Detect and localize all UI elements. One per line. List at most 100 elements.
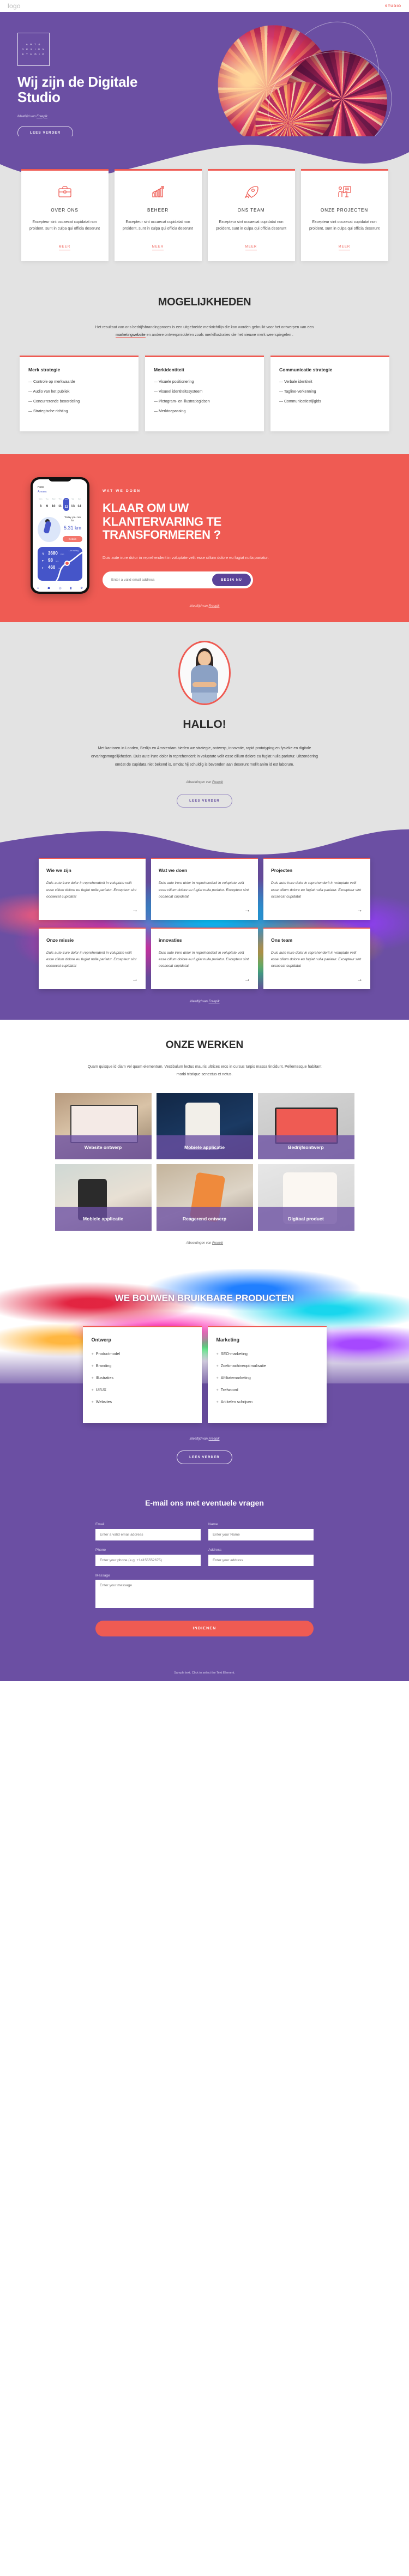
work-item[interactable]: Digitaal product <box>257 1164 354 1231</box>
phone-mockup: Hello Amara Mon 8 Tue 9 Wed 10 Thu 11 Fri 12 … <box>31 477 89 594</box>
purple-card-row: Onze missie Duis aute irure dolor in rep… <box>39 927 370 990</box>
purple-card[interactable]: Wat we doen Duis aute irure dolor in rep… <box>151 858 258 920</box>
products-credit-link[interactable]: Freepik <box>209 1437 220 1441</box>
product-item-label: Productmodel <box>95 1351 121 1356</box>
purple-card-title: innovaties <box>159 937 182 943</box>
product-item: + SEO-marketing <box>216 1351 318 1356</box>
feature-card-text: Excepteur sint occaecat cupidatat non pr… <box>215 220 287 231</box>
capability-list: — Verbale identiteit — Tagline-verkennin… <box>279 380 381 404</box>
arrow-right-icon[interactable]: → <box>271 907 363 913</box>
purple-card-text: Duis aute irure dolor in reprehenderit i… <box>159 950 249 968</box>
feature-card[interactable]: OVER ONS Excepteur sint occaecat cupidat… <box>21 169 109 261</box>
nav-item-studio[interactable]: STUDIO <box>385 4 401 8</box>
capability-column-title: Merkidentiteit <box>154 367 184 373</box>
phone-day-selector[interactable]: Mon 8 Tue 9 Wed 10 Thu 11 Fri 12 Sat 13 Sun 14 <box>38 497 82 511</box>
feature-card-link[interactable]: MEER <box>152 245 164 250</box>
footer-note: Sample text. Click to select the Text El… <box>0 1650 409 1681</box>
cta-section: Hello Amara Mon 8 Tue 9 Wed 10 Thu 11 Fri 12 … <box>0 454 409 623</box>
profile-icon[interactable]: ☗ <box>47 587 50 590</box>
feature-card-link[interactable]: MEER <box>338 245 351 250</box>
hallo-read-more-button[interactable]: LEES VERDER <box>177 794 232 808</box>
purple-card[interactable]: Wie we zijn Duis aute irure dolor in rep… <box>39 858 146 920</box>
work-item[interactable]: Website ontwerp <box>55 1093 152 1160</box>
timer-icon[interactable]: ◎ <box>59 587 62 590</box>
steps-icon: ⇅ <box>42 552 45 556</box>
capability-item: — Merktoepassing <box>154 410 186 414</box>
phone-input[interactable] <box>95 1554 201 1566</box>
subscribe-email-input[interactable] <box>111 578 212 582</box>
rocket-icon <box>215 183 287 201</box>
phone-day[interactable]: Tue 9 <box>44 498 50 511</box>
phone-day[interactable]: Sat 13 <box>70 498 76 511</box>
phone-tracking-card: Live tracking ⇅ 3680 steps ♥ 98 bpm ♦ 460 calo… <box>38 546 82 581</box>
work-item[interactable]: Mobiele applicatie <box>156 1093 253 1160</box>
works-gallery: Website ontwerp Mobiele applicatie Bedri… <box>0 1093 409 1231</box>
feature-card[interactable]: ONS TEAM Excepteur sint occaecat cupidat… <box>207 169 295 261</box>
phone-username: Amara <box>38 490 47 493</box>
hero-credit-link[interactable]: Freepik <box>37 115 47 118</box>
arrow-right-icon[interactable]: → <box>159 907 250 913</box>
capabilities-lead: Het resultaat van ons bedrijfsbrandingpr… <box>90 324 319 340</box>
phone-day[interactable]: Thu 11 <box>57 498 63 511</box>
site-logo[interactable]: logo <box>8 2 21 10</box>
feature-card-link[interactable]: MEER <box>245 245 257 250</box>
contact-form: Email Name Phone Address Me <box>95 1522 314 1636</box>
arrow-right-icon[interactable]: → <box>46 976 138 983</box>
feature-card-title: ONZE PROJECTEN <box>320 208 369 213</box>
works-row: Mobiele applicatie Reagerend ontwerp Dig… <box>55 1164 354 1231</box>
phone-day-active[interactable]: Fri 12 <box>63 497 70 511</box>
bag-icon[interactable]: ▮ <box>70 587 72 590</box>
hero-content: A R T & D E S I G N S T U D I O Wij zijn… <box>0 12 180 136</box>
cta-credit-link[interactable]: Freepik <box>209 605 220 608</box>
email-label: Email <box>95 1522 105 1526</box>
phone-day[interactable]: Sun 14 <box>76 498 82 511</box>
works-credit: Afbeeldingen van Freepik <box>0 1242 409 1245</box>
email-input[interactable] <box>95 1528 201 1540</box>
phone-details-button[interactable]: Details <box>63 535 83 542</box>
phone-day-num: 10 <box>51 504 56 508</box>
purple-card[interactable]: Projecten Duis aute irure dolor in repre… <box>263 858 370 920</box>
hallo-credit-link[interactable]: Freepik <box>212 781 223 784</box>
hero-credit: Ikleeftijd van Freepik <box>17 115 180 118</box>
subscribe-button[interactable]: BEGIN NU <box>212 574 251 587</box>
purple-card[interactable]: Ons team Duis aute irure dolor in repreh… <box>263 927 370 990</box>
hero-read-more-button[interactable]: LEES VERDER <box>17 125 74 136</box>
message-label: Message <box>95 1573 110 1578</box>
contact-row: Email Name <box>95 1522 314 1540</box>
capability-item: — Audio van het publiek <box>28 390 70 394</box>
address-input[interactable] <box>208 1554 314 1566</box>
phone-field-group: Phone <box>95 1548 201 1566</box>
arrow-right-icon[interactable]: → <box>159 976 250 983</box>
product-item: + Zoekmachineoptimalisatie <box>216 1363 318 1368</box>
purple-credit-link[interactable]: Freepik <box>209 1000 220 1003</box>
message-textarea[interactable] <box>95 1579 314 1608</box>
cta-kicker: WAT WE DOEN <box>103 489 141 493</box>
work-item[interactable]: Mobiele applicatie <box>55 1164 152 1231</box>
capability-column: Merkidentiteit — Visuele positionering —… <box>145 356 264 432</box>
work-item[interactable]: Bedrijfsontwerp <box>257 1093 354 1160</box>
settings-icon[interactable]: ✲ <box>80 587 83 590</box>
name-input[interactable] <box>208 1528 314 1540</box>
hallo-credit-prefix: Afbeeldingen van <box>185 781 213 785</box>
work-item[interactable]: Reagerend ontwerp <box>156 1164 253 1231</box>
product-item-label: Websites <box>95 1399 112 1404</box>
works-credit-link[interactable]: Freepik <box>212 1242 223 1245</box>
phone-tabbar[interactable]: ⌂ ☗ ◎ ▮ ✲ <box>33 587 87 590</box>
feature-card-link[interactable]: MEER <box>58 245 71 250</box>
products-read-more-button[interactable]: LEES VERDER <box>177 1450 232 1464</box>
plus-icon: + <box>216 1375 219 1380</box>
home-icon[interactable]: ⌂ <box>37 587 39 590</box>
arrow-right-icon[interactable]: → <box>46 907 138 913</box>
phone-day[interactable]: Mon 8 <box>38 498 44 511</box>
submit-button[interactable]: INDIENEN <box>95 1620 314 1636</box>
purple-card[interactable]: innovaties Duis aute irure dolor in repr… <box>151 927 258 990</box>
feature-card[interactable]: BEHEER Excepteur sint occaecat cupidatat… <box>114 169 202 261</box>
product-column: Ontwerp + Productmodel + Branding + Illustr… <box>82 1326 202 1423</box>
arrow-right-icon[interactable]: → <box>271 976 363 983</box>
capabilities-lead-link[interactable]: marketingwebsite <box>116 333 146 338</box>
phone-day[interactable]: Wed 10 <box>51 498 57 511</box>
purple-card-title: Wat we doen <box>159 868 188 874</box>
purple-card[interactable]: Onze missie Duis aute irure dolor in rep… <box>39 927 146 990</box>
feature-card-title: OVER ONS <box>51 208 79 213</box>
feature-card[interactable]: ONZE PROJECTEN Excepteur sint occaecat c… <box>300 169 388 261</box>
